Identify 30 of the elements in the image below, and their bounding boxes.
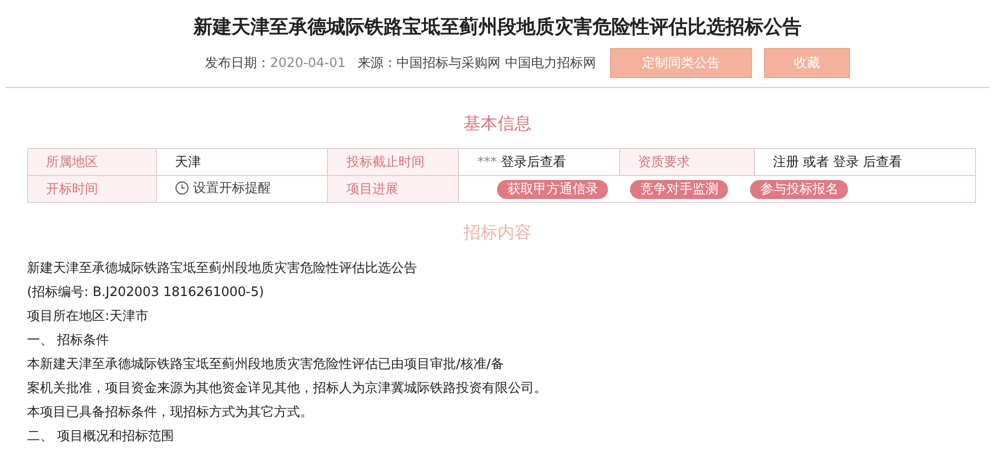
- favorite-button[interactable]: 收藏: [764, 48, 850, 78]
- body-text: 一、 招标条件: [27, 332, 110, 350]
- label-cell: 开标时间: [28, 176, 156, 202]
- body-text: 案机关批准，项目资金来源为其他资金详见其他，招标人为京津冀城际铁路投资有限公司。: [27, 380, 548, 398]
- page-title: 新建天津至承德城际铁路宝坻至蓟州段地质灾害危险性评估比选招标公告: [192, 15, 802, 40]
- value-cell: 注册 或者 登录 后查看: [754, 148, 976, 176]
- source-label: 来源：: [358, 55, 397, 72]
- label-cell: 所属地区: [28, 148, 156, 176]
- date-label: 发布日期：: [205, 55, 270, 72]
- action-button[interactable]: 参与投标报名: [750, 180, 848, 198]
- action-button[interactable]: 竞争对手监测: [630, 180, 728, 198]
- body-text: 本新建天津至承德城际铁路宝坻至蓟州段地质灾害危险性评估已由项目审批/核准/备: [27, 356, 505, 374]
- body-text: 二、 项目概况和招标范围: [27, 428, 176, 446]
- body-text: 本项目已具备招标条件，现招标方式为其它方式。: [27, 404, 314, 422]
- body-text: 新建天津至承德城际铁路宝坻至蓟州段地质灾害危险性评估比选公告: [27, 260, 418, 278]
- label-cell: 投标截止时间: [328, 148, 459, 176]
- clock-icon: [175, 181, 189, 195]
- body-text: (招标编号: B.J202003 1816261000-5): [27, 284, 265, 302]
- login-hint: 登录后查看: [501, 155, 566, 170]
- source-text: 中国招标与采购网 中国电力招标网: [396, 55, 596, 72]
- action-button[interactable]: 获取甲方通信录: [497, 180, 608, 198]
- publish-date: 2020-04-01: [270, 56, 346, 70]
- label-cell: 资质要求: [619, 148, 754, 176]
- subscribe-button[interactable]: 定制同类公告: [610, 48, 752, 78]
- masked-value: ***: [477, 155, 497, 170]
- section-heading: 招标内容: [462, 222, 532, 245]
- label-cell: 项目进展: [328, 176, 459, 202]
- section-heading: 基本信息: [462, 113, 532, 136]
- value-cell: 天津: [156, 148, 328, 176]
- body-text: 项目所在地区:天津市: [27, 308, 150, 326]
